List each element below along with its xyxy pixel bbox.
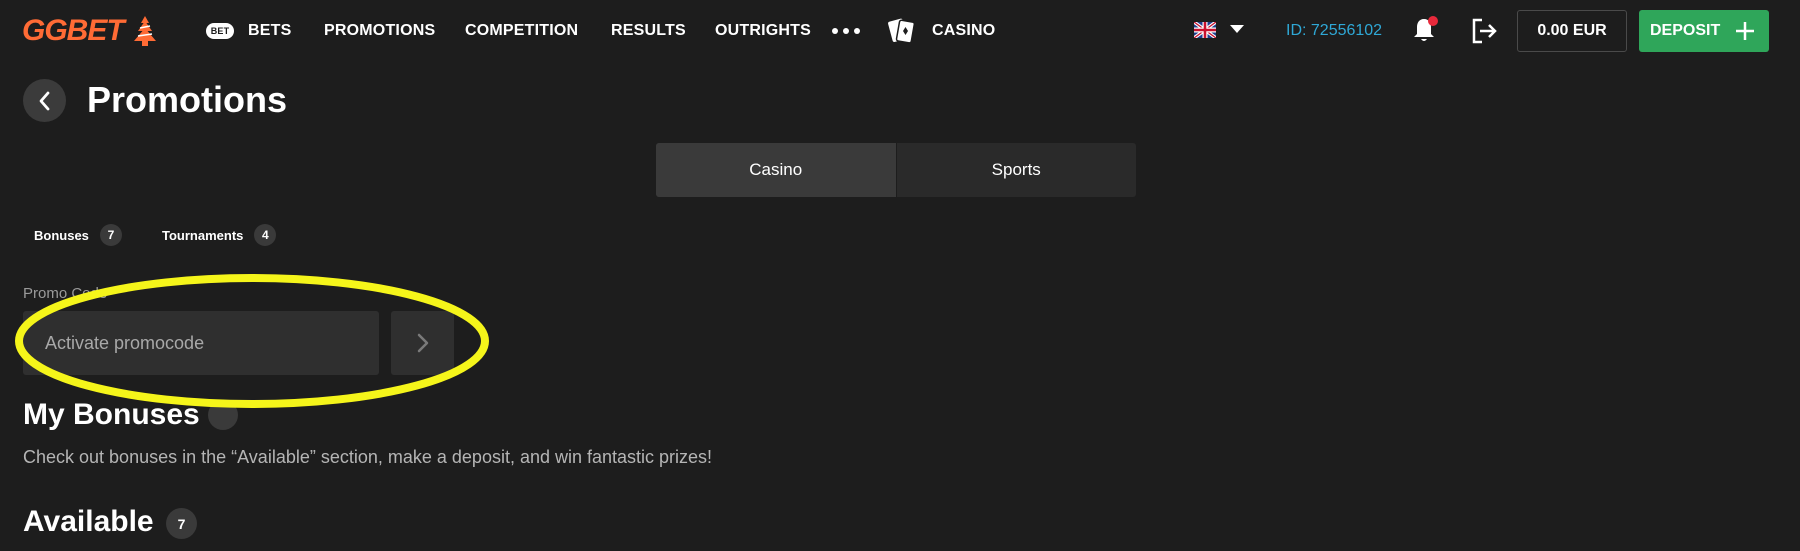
filter-tournaments[interactable]: Tournaments 4 [162,222,277,248]
my-bonuses-description: Check out bonuses in the “Available” sec… [23,447,713,467]
top-navigation-bar: GGBET BET BETS PROMOTIONS COMPETITION RE… [0,0,1800,62]
filter-tournaments-count: 4 [254,224,277,246]
page-title: Promotions [87,79,288,120]
back-button[interactable] [23,79,66,122]
promo-submit-button[interactable] [391,311,454,375]
deposit-button[interactable]: DEPOSIT [1639,10,1769,52]
more-menu-icon[interactable] [832,28,860,34]
notification-dot [1428,16,1438,26]
uk-flag-icon[interactable] [1194,22,1216,38]
nav-results[interactable]: RESULTS [611,0,686,62]
plus-icon [1736,22,1754,40]
category-tabs: Casino Sports [656,143,1136,197]
filter-bonuses-label: Bonuses [34,227,89,243]
deposit-label: DEPOSIT [1650,22,1721,39]
user-id: ID: 72556102 [1286,22,1383,39]
ggbet-logo[interactable]: GGBET [22,14,160,48]
language-dropdown-chevron-icon[interactable] [1230,25,1244,33]
tab-casino[interactable]: Casino [656,143,896,197]
christmas-tree-logo-icon [133,16,156,46]
filter-bonuses[interactable]: Bonuses 7 [34,222,122,248]
filter-tournaments-label: Tournaments [162,227,244,243]
logo-text: GGBET [22,14,125,47]
nav-bets-label: BETS [248,22,292,39]
filter-bonuses-count: 7 [99,224,122,246]
balance-button[interactable]: 0.00 EUR [1517,10,1627,52]
available-count-badge: 7 [166,508,197,539]
available-title: Available [23,505,154,538]
chevron-right-icon [417,333,428,353]
nav-casino[interactable]: CASINO [888,0,995,62]
chevron-left-icon [39,91,49,110]
playing-cards-icon [888,18,916,44]
nav-outrights[interactable]: OUTRIGHTS [715,0,811,62]
nav-competition[interactable]: COMPETITION [465,0,578,62]
my-bonuses-count-badge [208,400,238,430]
promo-code-label: Promo Code [23,285,108,302]
nav-bets[interactable]: BET BETS [206,0,291,62]
bet-badge-icon: BET [206,23,234,39]
logout-icon[interactable] [1470,17,1498,45]
nav-promotions[interactable]: PROMOTIONS [324,0,435,62]
promo-code-input[interactable] [23,311,379,375]
nav-casino-label: CASINO [932,22,996,39]
my-bonuses-title: My Bonuses [23,398,200,431]
tab-sports[interactable]: Sports [895,143,1137,197]
